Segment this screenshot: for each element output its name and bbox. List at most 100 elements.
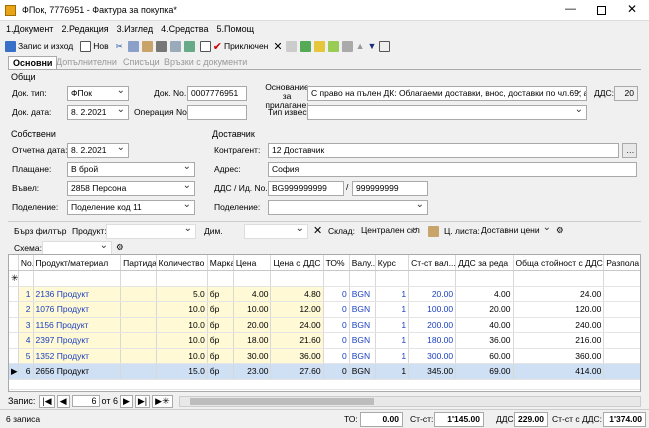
col-quantity[interactable]: Количество (156, 255, 208, 271)
col-rate[interactable]: Курс (375, 255, 410, 271)
current-record-field[interactable]: 6 (71, 395, 100, 407)
table-cell[interactable]: 1156 Продукт (33, 317, 122, 333)
table-cell[interactable]: 10.0 (156, 348, 208, 364)
export-icon[interactable] (313, 40, 325, 52)
table-cell[interactable]: 4.00 (233, 286, 272, 302)
table-cell[interactable]: бр (207, 348, 234, 364)
table-cell[interactable]: 0 (323, 317, 350, 333)
scheme-settings-icon[interactable]: ⚙ (116, 242, 124, 253)
table-cell[interactable]: бр (207, 301, 234, 318)
clear-filter-icon[interactable]: ✕ (313, 224, 322, 237)
col-trade-discount[interactable]: ТО% (323, 255, 350, 271)
table-cell[interactable] (120, 317, 157, 333)
table-row[interactable]: 1 2136 Продукт 5.0 бр 4.00 4.80 0 BGN 1 20.00 4.00… (9, 286, 640, 302)
table-cell[interactable]: 20.00 (455, 301, 514, 318)
table-cell[interactable]: 20.00 (408, 286, 457, 302)
cut-icon[interactable]: ✂ (114, 37, 125, 55)
table-cell[interactable]: 360.00 (513, 348, 605, 364)
col-product[interactable]: Продукт/материал (33, 255, 122, 271)
tab-links[interactable]: Връзки с документи (164, 57, 247, 67)
table-cell[interactable] (120, 363, 157, 380)
vat-no-field[interactable]: BG999999999 (268, 181, 344, 196)
table-cell[interactable]: BGN (349, 348, 376, 364)
table-cell[interactable]: 20.00 (233, 317, 272, 333)
table-cell[interactable]: BGN (349, 301, 376, 318)
attach-icon[interactable] (285, 40, 297, 52)
table-cell[interactable]: бр (207, 317, 234, 333)
table-cell[interactable]: 24.00 (513, 286, 605, 302)
table-cell[interactable]: 100.00 (408, 301, 457, 318)
new-row[interactable]: ✳ (9, 270, 640, 287)
table-cell[interactable]: 36.00 (270, 348, 324, 364)
new-button[interactable]: Нов (78, 37, 110, 55)
col-price-vat[interactable]: Цена с ДДС (270, 255, 324, 271)
table-cell[interactable]: 10.0 (156, 301, 208, 318)
table-cell[interactable]: 0 (323, 363, 350, 380)
table-cell[interactable] (603, 286, 640, 302)
table-cell[interactable]: 40.00 (455, 317, 514, 333)
lock-icon[interactable] (428, 226, 439, 237)
prev-record-button[interactable]: ◀ (56, 394, 70, 408)
col-vat-row[interactable]: ДДС за реда (455, 255, 514, 271)
id-no-field[interactable]: 999999999 (352, 181, 428, 196)
col-batch[interactable]: Партида (120, 255, 157, 271)
print-icon[interactable] (155, 40, 167, 52)
table-cell[interactable]: 12.00 (270, 301, 324, 318)
table-cell[interactable]: 5 (18, 348, 34, 364)
help-icon[interactable] (379, 40, 391, 52)
notice-type-select[interactable] (307, 105, 587, 120)
table-cell[interactable]: 3 (18, 317, 34, 333)
table-cell[interactable] (603, 317, 640, 333)
entered-by-select[interactable]: 2858 Персона (67, 181, 195, 196)
table-cell[interactable]: 4 (18, 332, 34, 349)
table-cell[interactable]: 69.00 (455, 363, 514, 380)
import-icon[interactable] (327, 40, 339, 52)
table-cell[interactable] (120, 332, 157, 349)
table-cell[interactable] (603, 332, 640, 349)
col-currency[interactable]: Валу... (349, 255, 376, 271)
payment-select[interactable]: В брой (67, 162, 195, 177)
table-cell[interactable]: 2136 Продукт (33, 286, 122, 302)
menu-edit[interactable]: 2.Редакция (61, 24, 108, 34)
last-record-button[interactable]: ▶| (134, 394, 151, 408)
table-cell[interactable]: 1 (375, 363, 410, 380)
table-cell[interactable]: 4.00 (455, 286, 514, 302)
product-filter-select[interactable] (106, 224, 196, 239)
table-cell[interactable]: 1076 Продукт (33, 301, 122, 318)
table-cell[interactable]: 345.00 (408, 363, 457, 380)
supplier-division-select[interactable] (268, 200, 428, 215)
menu-tools[interactable]: 4.Средства (161, 24, 208, 34)
table-cell[interactable]: 0 (323, 348, 350, 364)
new-record-button[interactable]: ▶✳ (152, 394, 173, 408)
table-cell[interactable]: 23.00 (233, 363, 272, 380)
warehouse-select[interactable]: Централен скл (358, 224, 422, 239)
table-cell[interactable]: 36.00 (455, 332, 514, 349)
table-cell[interactable] (603, 348, 640, 364)
table-cell[interactable]: 414.00 (513, 363, 605, 380)
table-cell[interactable]: 240.00 (513, 317, 605, 333)
table-cell[interactable]: 60.00 (455, 348, 514, 364)
report-date-field[interactable]: 8. 2.2021 (67, 143, 129, 158)
menu-view[interactable]: 3.Изглед (117, 24, 154, 34)
menu-help[interactable]: 5.Помощ (217, 24, 255, 34)
col-brand[interactable]: Марка (207, 255, 234, 271)
table-cell[interactable]: BGN (349, 317, 376, 333)
table-cell[interactable]: бр (207, 332, 234, 349)
table-cell[interactable]: 2 (18, 301, 34, 318)
close-icon[interactable]: ✕ (627, 2, 637, 16)
preview-icon[interactable] (169, 40, 181, 52)
down-icon[interactable]: ▼ (368, 41, 377, 51)
table-cell[interactable]: 21.60 (270, 332, 324, 349)
table-cell[interactable]: 0 (323, 332, 350, 349)
minimize-icon[interactable]: — (565, 3, 576, 15)
tab-additional[interactable]: Допълнителни (56, 57, 117, 67)
doc-date-field[interactable]: 8. 2.2021 (67, 105, 129, 120)
scrollbar-thumb[interactable] (189, 397, 374, 405)
price-list-select[interactable]: Доставни цени (478, 224, 554, 239)
table-cell[interactable]: 6 (18, 363, 34, 380)
paste-icon[interactable] (141, 40, 153, 52)
doc-no-field[interactable]: 0007776951 (187, 86, 247, 101)
table-cell[interactable]: 10.00 (233, 301, 272, 318)
table-cell[interactable]: 180.00 (408, 332, 457, 349)
col-available[interactable]: Разпола (603, 255, 640, 271)
